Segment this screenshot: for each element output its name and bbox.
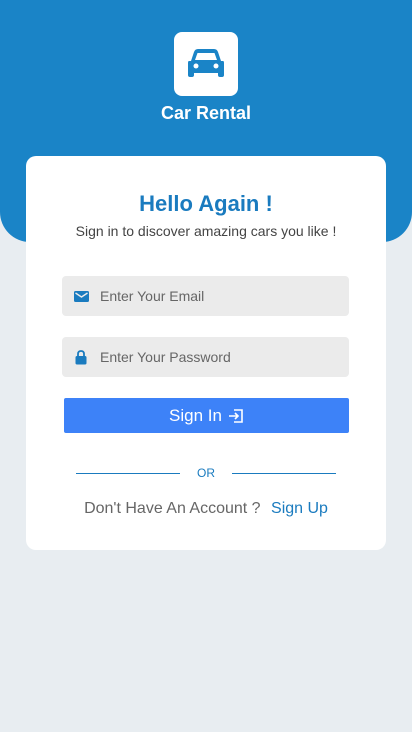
- car-icon: [188, 49, 224, 77]
- signup-row: Don't Have An Account ? Sign Up: [26, 500, 386, 518]
- mail-icon: [62, 290, 100, 302]
- email-field[interactable]: [62, 276, 349, 316]
- password-field[interactable]: [62, 337, 349, 377]
- greeting-subtitle: Sign in to discover amazing cars you lik…: [75, 223, 337, 239]
- app-title: Car Rental: [160, 103, 252, 123]
- sign-up-link[interactable]: Sign Up: [271, 500, 328, 517]
- lock-icon: [62, 349, 100, 365]
- app-logo: [174, 32, 238, 96]
- login-screen: Car Rental Hello Again ! Sign in to disc…: [0, 0, 412, 732]
- login-card: Hello Again ! Sign in to discover amazin…: [26, 156, 386, 550]
- greeting-heading: Hello Again !: [139, 191, 273, 216]
- sign-in-button[interactable]: Sign In: [64, 398, 349, 433]
- email-input[interactable]: [100, 277, 340, 315]
- signup-question: Don't Have An Account ?: [84, 500, 261, 517]
- password-input[interactable]: [100, 338, 340, 376]
- sign-in-label: Sign In: [169, 405, 222, 425]
- divider-line-right: [232, 473, 336, 474]
- login-icon: [228, 408, 243, 423]
